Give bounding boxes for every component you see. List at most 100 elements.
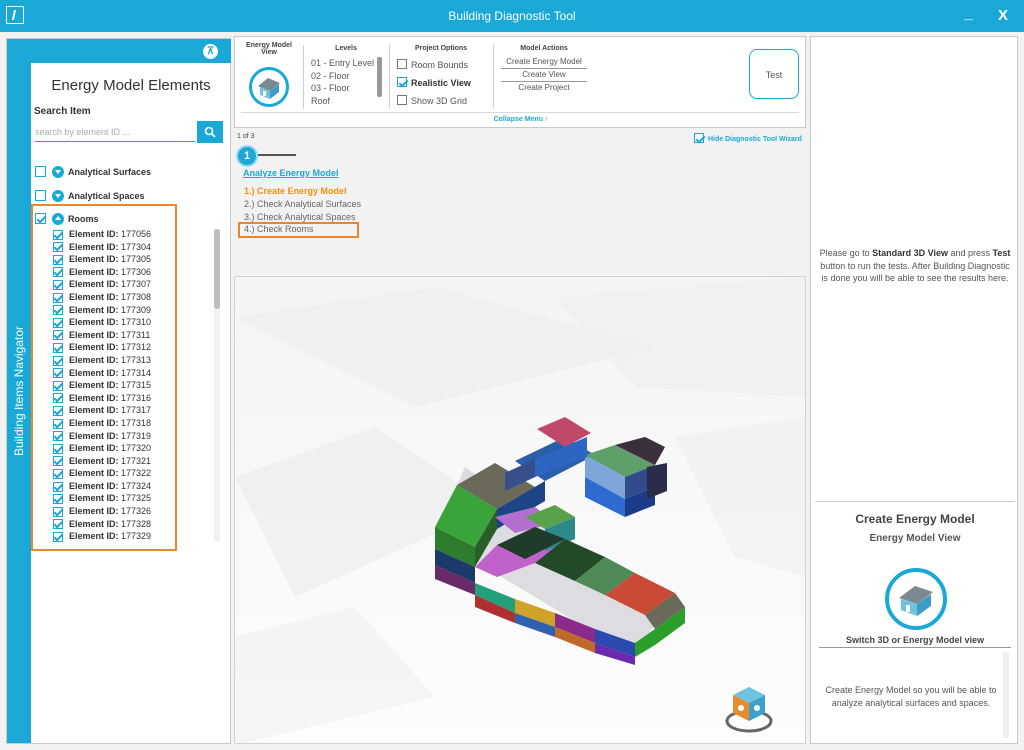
chevron-down-icon[interactable] xyxy=(52,189,64,202)
search-input[interactable] xyxy=(35,122,195,142)
room-checkbox[interactable] xyxy=(53,468,63,479)
collapse-panel-icon[interactable]: ⊼ xyxy=(203,44,218,59)
create-energy-model-action[interactable]: Create Energy Model xyxy=(501,57,587,66)
navigator-tab[interactable]: Building Items Navigator xyxy=(7,39,31,743)
room-checkbox[interactable] xyxy=(53,531,63,542)
category-checkbox[interactable] xyxy=(35,166,46,178)
room-checkbox[interactable] xyxy=(53,481,63,492)
room-checkbox[interactable] xyxy=(53,519,63,530)
room-id-prefix: Element ID: xyxy=(69,455,119,466)
room-checkbox[interactable] xyxy=(53,317,63,328)
room-checkbox[interactable] xyxy=(53,393,63,404)
chevron-down-icon[interactable] xyxy=(52,165,64,178)
room-list-item[interactable]: Element ID: 177311 xyxy=(53,329,193,342)
room-list-item[interactable]: Element ID: 177309 xyxy=(53,304,193,317)
hide-wizard-checkbox[interactable] xyxy=(694,133,704,143)
room-checkbox[interactable] xyxy=(53,443,63,454)
room-checkbox[interactable] xyxy=(53,229,63,240)
room-checkbox[interactable] xyxy=(53,368,63,379)
3d-viewport[interactable] xyxy=(234,276,806,744)
room-list-item[interactable]: Element ID: 177321 xyxy=(53,455,193,468)
help-card-scrollbar[interactable] xyxy=(1003,652,1009,738)
room-checkbox[interactable] xyxy=(53,292,63,303)
room-id-value: 177316 xyxy=(121,392,152,403)
room-checkbox[interactable] xyxy=(53,305,63,316)
category-analytical-spaces[interactable]: Analytical Spaces xyxy=(35,187,145,203)
room-checkbox[interactable] xyxy=(53,242,63,253)
room-list-item[interactable]: Element ID: 177324 xyxy=(53,480,193,493)
room-checkbox[interactable] xyxy=(53,506,63,517)
room-id-value: 177308 xyxy=(121,291,152,302)
room-list-item[interactable]: Element ID: 177317 xyxy=(53,404,193,417)
search-button[interactable] xyxy=(197,121,223,143)
room-list-item[interactable]: Element ID: 177329 xyxy=(53,530,193,543)
levels-scrollbar[interactable] xyxy=(377,57,382,97)
wizard-step-1[interactable]: 1.) Create Energy Model xyxy=(244,186,347,196)
room-checkbox[interactable] xyxy=(53,418,63,429)
room-checkbox[interactable] xyxy=(53,494,63,505)
room-list-item[interactable]: Element ID: 177322 xyxy=(53,467,193,480)
level-item[interactable]: 01 - Entry Level xyxy=(311,57,381,70)
room-checkbox[interactable] xyxy=(53,456,63,467)
room-checkbox[interactable] xyxy=(53,342,63,353)
room-list-item[interactable]: Element ID: 177325 xyxy=(53,492,193,505)
room-id-value: 177318 xyxy=(121,417,152,428)
room-list-item[interactable]: Element ID: 177056 xyxy=(53,228,193,241)
test-button[interactable]: Test xyxy=(749,49,799,99)
option-realistic-view[interactable]: Realistic View xyxy=(397,77,471,89)
room-checkbox[interactable] xyxy=(53,254,63,265)
level-item[interactable]: 03 - Floor xyxy=(311,82,381,95)
category-checkbox[interactable] xyxy=(35,190,46,202)
energy-model-view-button[interactable] xyxy=(249,67,289,107)
hide-wizard-label: Hide Diagnostic Tool Wizard xyxy=(708,136,802,143)
room-list-item[interactable]: Element ID: 177319 xyxy=(53,430,193,443)
room-list-item[interactable]: Element ID: 177315 xyxy=(53,379,193,392)
wizard-step-3[interactable]: 3.) Check Analytical Spaces xyxy=(244,212,356,222)
room-list-item[interactable]: Element ID: 177318 xyxy=(53,417,193,430)
analyze-energy-model-link[interactable]: Analyze Energy Model xyxy=(243,168,339,178)
create-view-action[interactable]: Create View xyxy=(501,70,587,79)
room-list-item[interactable]: Element ID: 177310 xyxy=(53,316,193,329)
room-checkbox[interactable] xyxy=(53,267,63,278)
room-checkbox[interactable] xyxy=(53,330,63,341)
level-item[interactable]: 02 - Floor xyxy=(311,70,381,83)
option-room-bounds[interactable]: Room Bounds xyxy=(397,59,468,71)
room-checkbox[interactable] xyxy=(53,431,63,442)
room-list-item[interactable]: Element ID: 177313 xyxy=(53,354,193,367)
room-list-item[interactable]: Element ID: 177307 xyxy=(53,278,193,291)
room-list-item[interactable]: Element ID: 177312 xyxy=(53,341,193,354)
create-project-action[interactable]: Create Project xyxy=(501,83,587,92)
room-list-item[interactable]: Element ID: 177306 xyxy=(53,266,193,279)
room-list-item[interactable]: Element ID: 177305 xyxy=(53,253,193,266)
room-list-item[interactable]: Element ID: 177328 xyxy=(53,518,193,531)
navigator-tab-label: Building Items Navigator xyxy=(12,325,26,457)
hide-wizard-toggle[interactable]: Hide Diagnostic Tool Wizard xyxy=(694,133,802,143)
option-show-3d-grid[interactable]: Show 3D Grid xyxy=(397,95,467,107)
view-cube-icon[interactable] xyxy=(719,677,779,737)
level-item[interactable]: Roof xyxy=(311,95,381,108)
wizard-step-2[interactable]: 2.) Check Analytical Surfaces xyxy=(244,199,361,209)
close-button[interactable]: X xyxy=(998,7,1008,24)
room-list-scroll-thumb[interactable] xyxy=(214,229,220,309)
help-card-caption: Switch 3D or Energy Model view xyxy=(845,635,985,645)
collapse-menu-link[interactable]: Collapse Menu ↑ xyxy=(235,116,807,123)
room-checkbox[interactable] xyxy=(53,280,63,290)
room-checkbox[interactable] xyxy=(53,355,63,366)
room-id-prefix: Element ID: xyxy=(69,380,119,391)
view-heading: Energy Model View xyxy=(246,42,292,56)
option-checkbox[interactable] xyxy=(397,95,407,105)
room-checkbox[interactable] xyxy=(53,405,63,416)
room-checkbox[interactable] xyxy=(53,380,63,391)
results-panel: Please go to Standard 3D View and press … xyxy=(810,36,1018,744)
minimize-button[interactable]: _ xyxy=(964,5,973,23)
option-checkbox[interactable] xyxy=(397,77,407,87)
room-list-item[interactable]: Element ID: 177304 xyxy=(53,241,193,254)
category-analytical-surfaces[interactable]: Analytical Surfaces xyxy=(35,163,151,179)
room-list-item[interactable]: Element ID: 177320 xyxy=(53,442,193,455)
room-list-item[interactable]: Element ID: 177326 xyxy=(53,505,193,518)
option-checkbox[interactable] xyxy=(397,59,407,69)
info-emphasis: Test xyxy=(992,248,1011,258)
room-list-item[interactable]: Element ID: 177314 xyxy=(53,367,193,380)
room-list-item[interactable]: Element ID: 177308 xyxy=(53,291,193,304)
room-list-item[interactable]: Element ID: 177316 xyxy=(53,392,193,405)
